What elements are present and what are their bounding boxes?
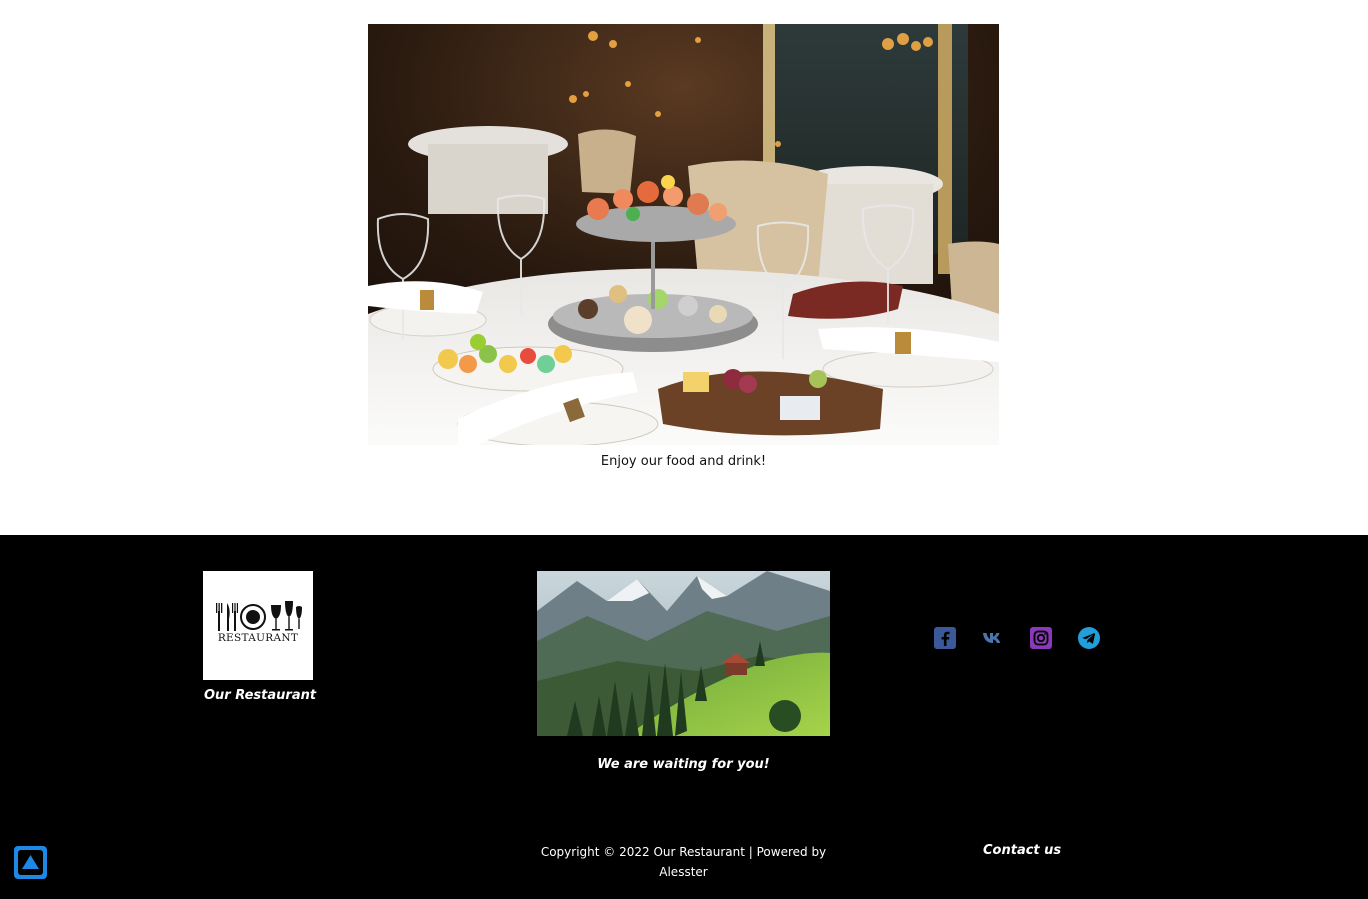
restaurant-table-photo (368, 24, 999, 445)
hero-caption: Enjoy our food and drink! (600, 454, 767, 469)
tagline: We are waiting for you! (597, 757, 770, 772)
copyright: Copyright © 2022 Our Restaurant | Powere… (537, 842, 830, 882)
telegram-icon[interactable] (1077, 626, 1101, 650)
facebook-icon[interactable] (933, 626, 957, 650)
scroll-to-top-button[interactable] (14, 846, 47, 879)
powered-by-author: Alesster (659, 865, 708, 879)
arrow-up-icon (14, 846, 47, 879)
copyright-line: Copyright © 2022 Our Restaurant | Powere… (540, 845, 827, 859)
contact-us-link[interactable]: Contact us (983, 843, 1061, 858)
mountain-landscape-image (537, 571, 830, 736)
footer: RESTAURANT Our Restaurant We are waiting… (0, 535, 1368, 899)
instagram-icon[interactable] (1029, 626, 1053, 650)
restaurant-logo[interactable]: RESTAURANT (203, 571, 313, 680)
brand-name: Our Restaurant (204, 688, 317, 703)
page: Enjoy our food and drink! RESTAURANT Our… (0, 0, 1368, 899)
vk-icon[interactable] (981, 626, 1005, 650)
logo-text: RESTAURANT (217, 632, 299, 644)
cutlery-icon (216, 601, 302, 631)
